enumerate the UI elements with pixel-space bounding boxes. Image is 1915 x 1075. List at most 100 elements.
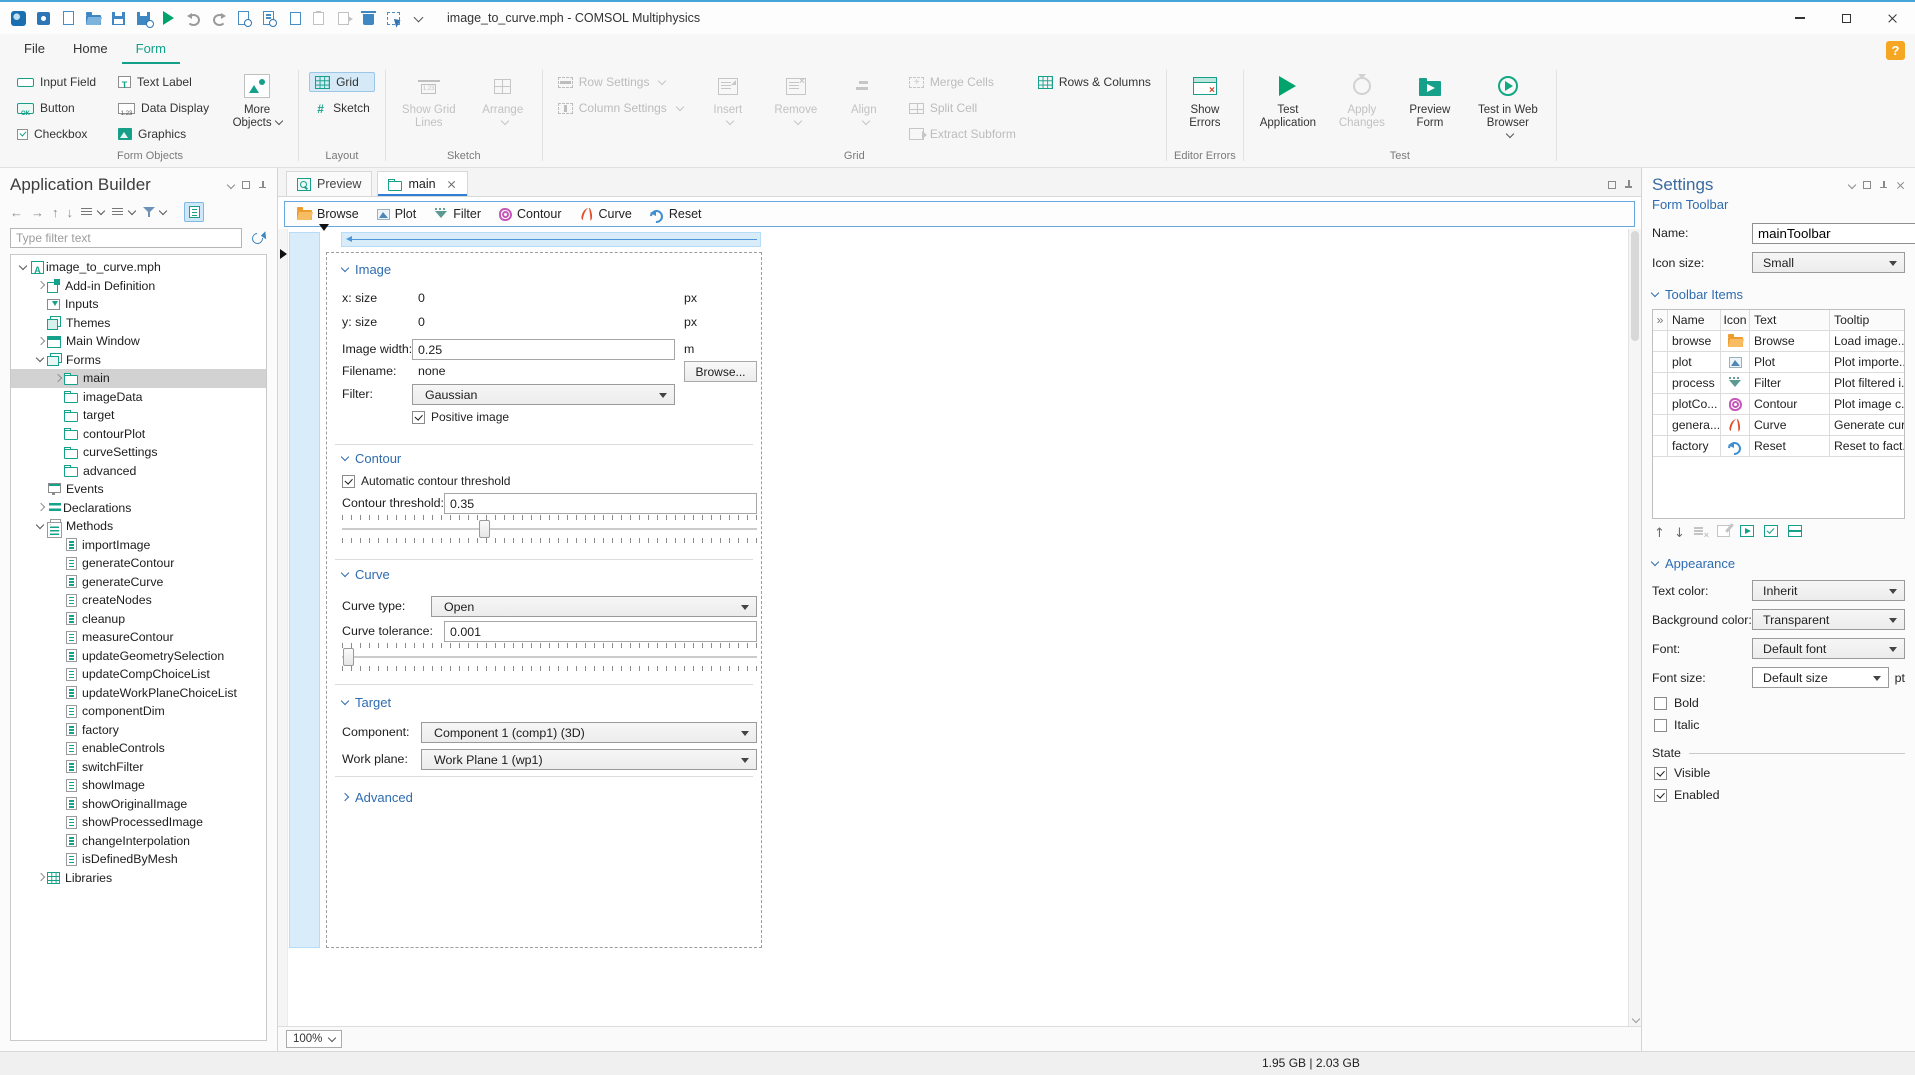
appearance-section-header[interactable]: Appearance bbox=[1642, 546, 1915, 576]
work-plane-select[interactable]: Work Plane 1 (wp1) bbox=[421, 749, 757, 770]
tree-expander[interactable] bbox=[51, 446, 64, 459]
row-settings-button[interactable]: Row Settings bbox=[553, 72, 688, 92]
tree-filter-button[interactable] bbox=[143, 206, 168, 218]
tree-expander[interactable] bbox=[17, 261, 30, 274]
tree-expander[interactable] bbox=[34, 871, 47, 884]
auto-contour-threshold-checkbox[interactable] bbox=[342, 474, 355, 488]
button-object-button[interactable]: Button bbox=[12, 98, 101, 118]
curve-type-select[interactable]: Open bbox=[431, 596, 757, 617]
tree-expander[interactable] bbox=[51, 631, 64, 644]
slider-thumb[interactable] bbox=[478, 520, 490, 538]
tree-expander[interactable] bbox=[34, 279, 47, 292]
quick-access-button[interactable] bbox=[131, 6, 156, 30]
show-in-editor-toggle[interactable] bbox=[184, 202, 204, 222]
item-text-cell[interactable]: Filter bbox=[1750, 373, 1830, 393]
scrollbar-thumb[interactable] bbox=[1631, 231, 1639, 341]
form-grid-outline[interactable]: Image x: size 0 px y: size 0 px Image wi… bbox=[326, 252, 762, 948]
maximize-button[interactable] bbox=[1823, 2, 1869, 34]
tree-expander[interactable] bbox=[51, 779, 64, 792]
item-tooltip-cell[interactable]: Load image... bbox=[1830, 331, 1904, 351]
item-name-cell[interactable]: genera... bbox=[1668, 415, 1721, 435]
tree-item[interactable]: Add-in Definition bbox=[11, 277, 266, 296]
quick-access-button[interactable] bbox=[356, 6, 381, 30]
close-tab-icon[interactable] bbox=[446, 179, 457, 190]
back-button[interactable]: ← bbox=[10, 206, 23, 219]
tree-expander[interactable] bbox=[34, 483, 47, 496]
help-button[interactable]: ? bbox=[1886, 41, 1905, 60]
tree-expander[interactable] bbox=[51, 686, 64, 699]
item-text-cell[interactable]: Reset bbox=[1750, 436, 1830, 456]
tree-expander[interactable] bbox=[34, 316, 47, 329]
quick-access-button[interactable] bbox=[56, 6, 81, 30]
tree-item[interactable]: componentDim bbox=[11, 702, 266, 721]
tree-expander[interactable] bbox=[34, 501, 47, 514]
zoom-select[interactable]: 100% bbox=[286, 1030, 343, 1048]
tree-item[interactable]: enableControls bbox=[11, 739, 266, 758]
table-action-button[interactable] bbox=[1674, 526, 1684, 540]
form-toolbar-button[interactable]: Browse bbox=[289, 203, 367, 225]
contour-threshold-input[interactable] bbox=[444, 493, 757, 514]
quick-access-button[interactable] bbox=[281, 6, 306, 30]
item-text-cell[interactable]: Plot bbox=[1750, 352, 1830, 372]
quick-access-button[interactable] bbox=[406, 6, 431, 30]
section-header-image[interactable]: Image bbox=[340, 260, 391, 278]
tree-item[interactable]: Inputs bbox=[11, 295, 266, 314]
vertical-scrollbar[interactable] bbox=[1628, 229, 1641, 1026]
tree-item[interactable]: updateGeometrySelection bbox=[11, 647, 266, 666]
bold-checkbox[interactable] bbox=[1654, 696, 1667, 710]
table-action-button[interactable] bbox=[1694, 525, 1709, 540]
form-toolbar-button[interactable]: Curve bbox=[572, 203, 640, 225]
tree-item[interactable]: image_to_curve.mph bbox=[11, 258, 266, 277]
tab-preview[interactable]: Preview bbox=[286, 171, 373, 196]
quick-access-button[interactable] bbox=[381, 6, 406, 30]
tree-item[interactable]: updateWorkPlaneChoiceList bbox=[11, 684, 266, 703]
selected-row-strip[interactable] bbox=[341, 232, 761, 247]
column-settings-button[interactable]: Column Settings bbox=[553, 98, 688, 118]
sketch-mode-button[interactable]: Sketch bbox=[309, 98, 375, 118]
move-up-button[interactable]: ↑ bbox=[52, 206, 59, 219]
background-color-select[interactable]: Transparent bbox=[1752, 609, 1905, 630]
tree-expander[interactable] bbox=[34, 298, 47, 311]
enabled-checkbox[interactable] bbox=[1654, 788, 1667, 802]
tree-expander[interactable] bbox=[34, 335, 47, 348]
icon-size-select[interactable]: Small bbox=[1752, 252, 1905, 273]
table-action-button[interactable] bbox=[1717, 525, 1730, 540]
table-row[interactable]: plotCo... Contour Plot image c... bbox=[1653, 394, 1904, 415]
image-width-input[interactable] bbox=[412, 339, 675, 360]
test-in-web-browser-button[interactable]: Test in Web Browser bbox=[1470, 72, 1546, 144]
tree-expander[interactable] bbox=[51, 816, 64, 829]
name-input[interactable] bbox=[1752, 222, 1915, 244]
item-text-cell[interactable]: Browse bbox=[1750, 331, 1830, 351]
text-label-button[interactable]: Text Label bbox=[113, 72, 214, 92]
tree-expander[interactable] bbox=[51, 464, 64, 477]
table-row[interactable]: process Filter Plot filtered i... bbox=[1653, 373, 1904, 394]
item-text-cell[interactable]: Curve bbox=[1750, 415, 1830, 435]
menu-tab-home[interactable]: Home bbox=[59, 36, 122, 64]
tree-item[interactable]: imageData bbox=[11, 388, 266, 407]
menu-tab-form[interactable]: Form bbox=[121, 36, 180, 64]
tree-expander[interactable] bbox=[51, 742, 64, 755]
quick-access-button[interactable] bbox=[81, 6, 106, 30]
more-objects-button[interactable]: More Objects bbox=[226, 72, 288, 131]
tree-item[interactable]: createNodes bbox=[11, 591, 266, 610]
tree-item[interactable]: generateContour bbox=[11, 554, 266, 573]
tree-item[interactable]: importImage bbox=[11, 536, 266, 555]
tree-item[interactable]: Libraries bbox=[11, 869, 266, 888]
expand-columns-icon[interactable]: » bbox=[1653, 310, 1668, 330]
minimize-button[interactable] bbox=[1777, 2, 1823, 34]
form-toolbar-button[interactable]: Reset bbox=[642, 203, 710, 225]
tree-expander[interactable] bbox=[51, 723, 64, 736]
quick-access-button[interactable] bbox=[306, 6, 331, 30]
visible-checkbox[interactable] bbox=[1654, 766, 1667, 780]
tree-expander[interactable] bbox=[51, 797, 64, 810]
quick-access-button[interactable] bbox=[231, 6, 256, 30]
item-text-cell[interactable]: Contour bbox=[1750, 394, 1830, 414]
form-toolbar-button[interactable]: Plot bbox=[369, 203, 425, 225]
tree-item[interactable]: switchFilter bbox=[11, 758, 266, 777]
item-name-cell[interactable]: process bbox=[1668, 373, 1721, 393]
item-name-cell[interactable]: browse bbox=[1668, 331, 1721, 351]
tree-item[interactable]: Events bbox=[11, 480, 266, 499]
browse-button[interactable]: Browse... bbox=[684, 361, 757, 382]
show-errors-button[interactable]: Show Errors bbox=[1177, 72, 1233, 131]
tree-item[interactable]: Methods bbox=[11, 517, 266, 539]
